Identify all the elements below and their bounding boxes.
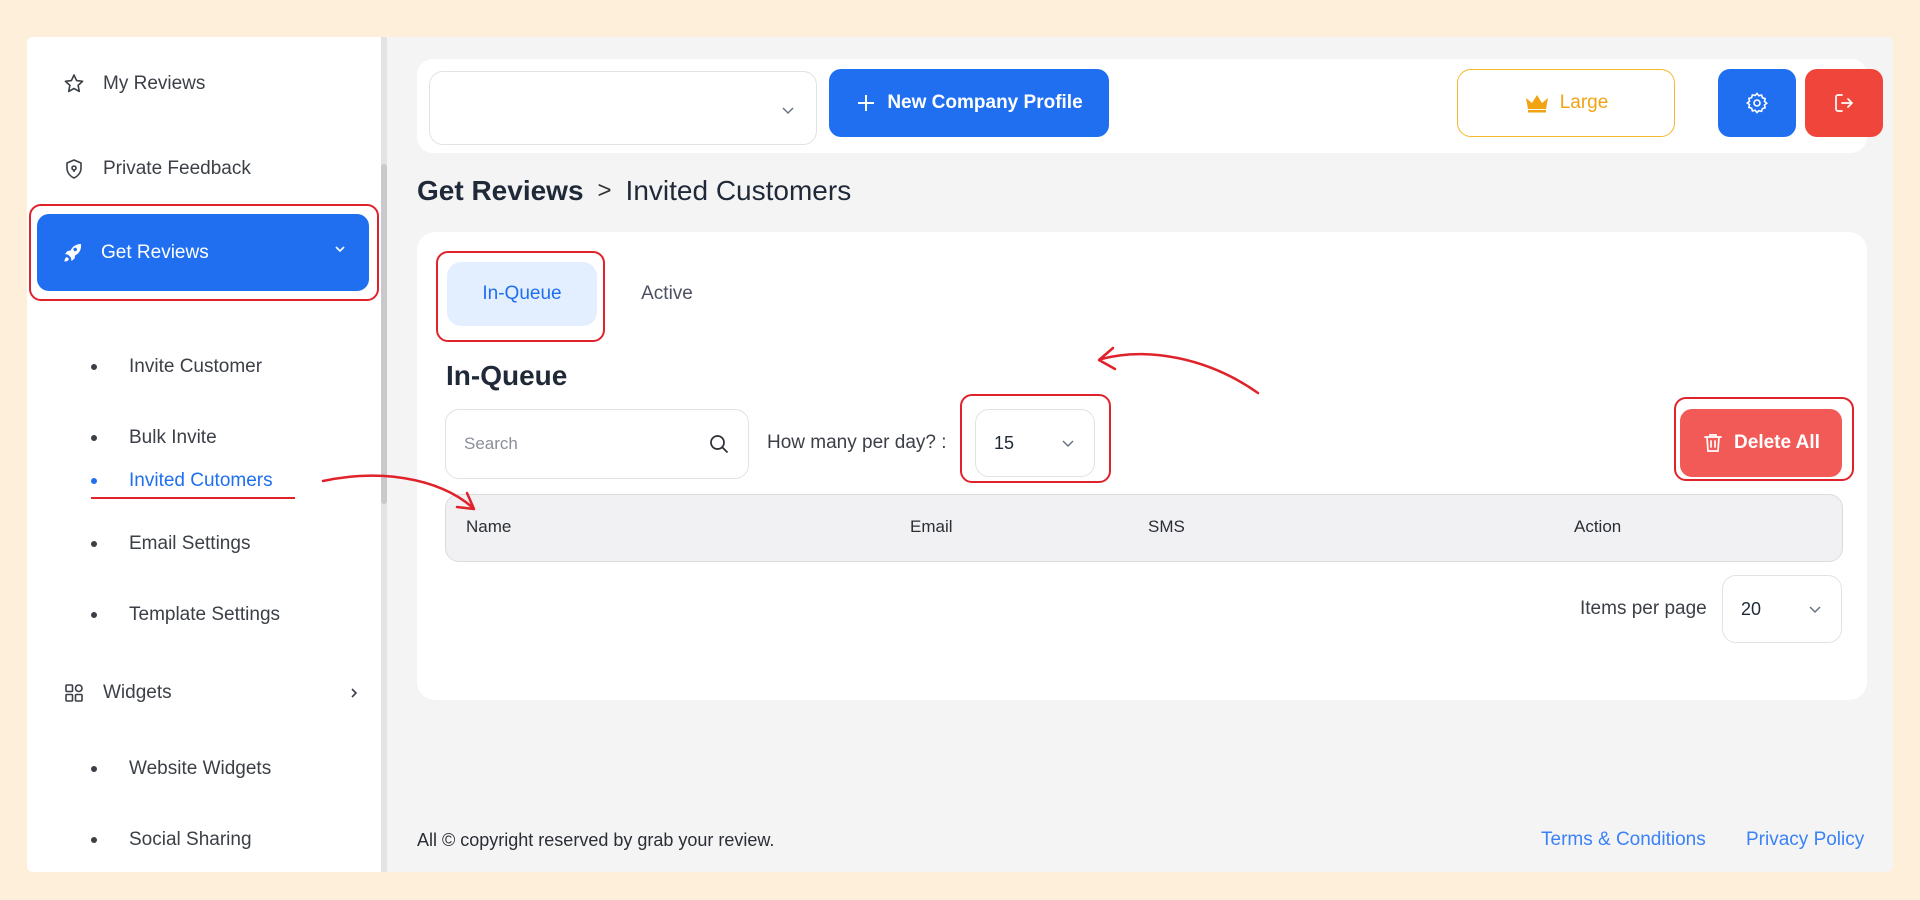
annotation-arrows	[321, 346, 1260, 511]
annotation-arrow-to-table	[321, 474, 474, 509]
app-window: My Reviews Private Feedback Get Reviews …	[27, 37, 1893, 872]
annotation-arrow-to-per-day	[1099, 352, 1260, 395]
